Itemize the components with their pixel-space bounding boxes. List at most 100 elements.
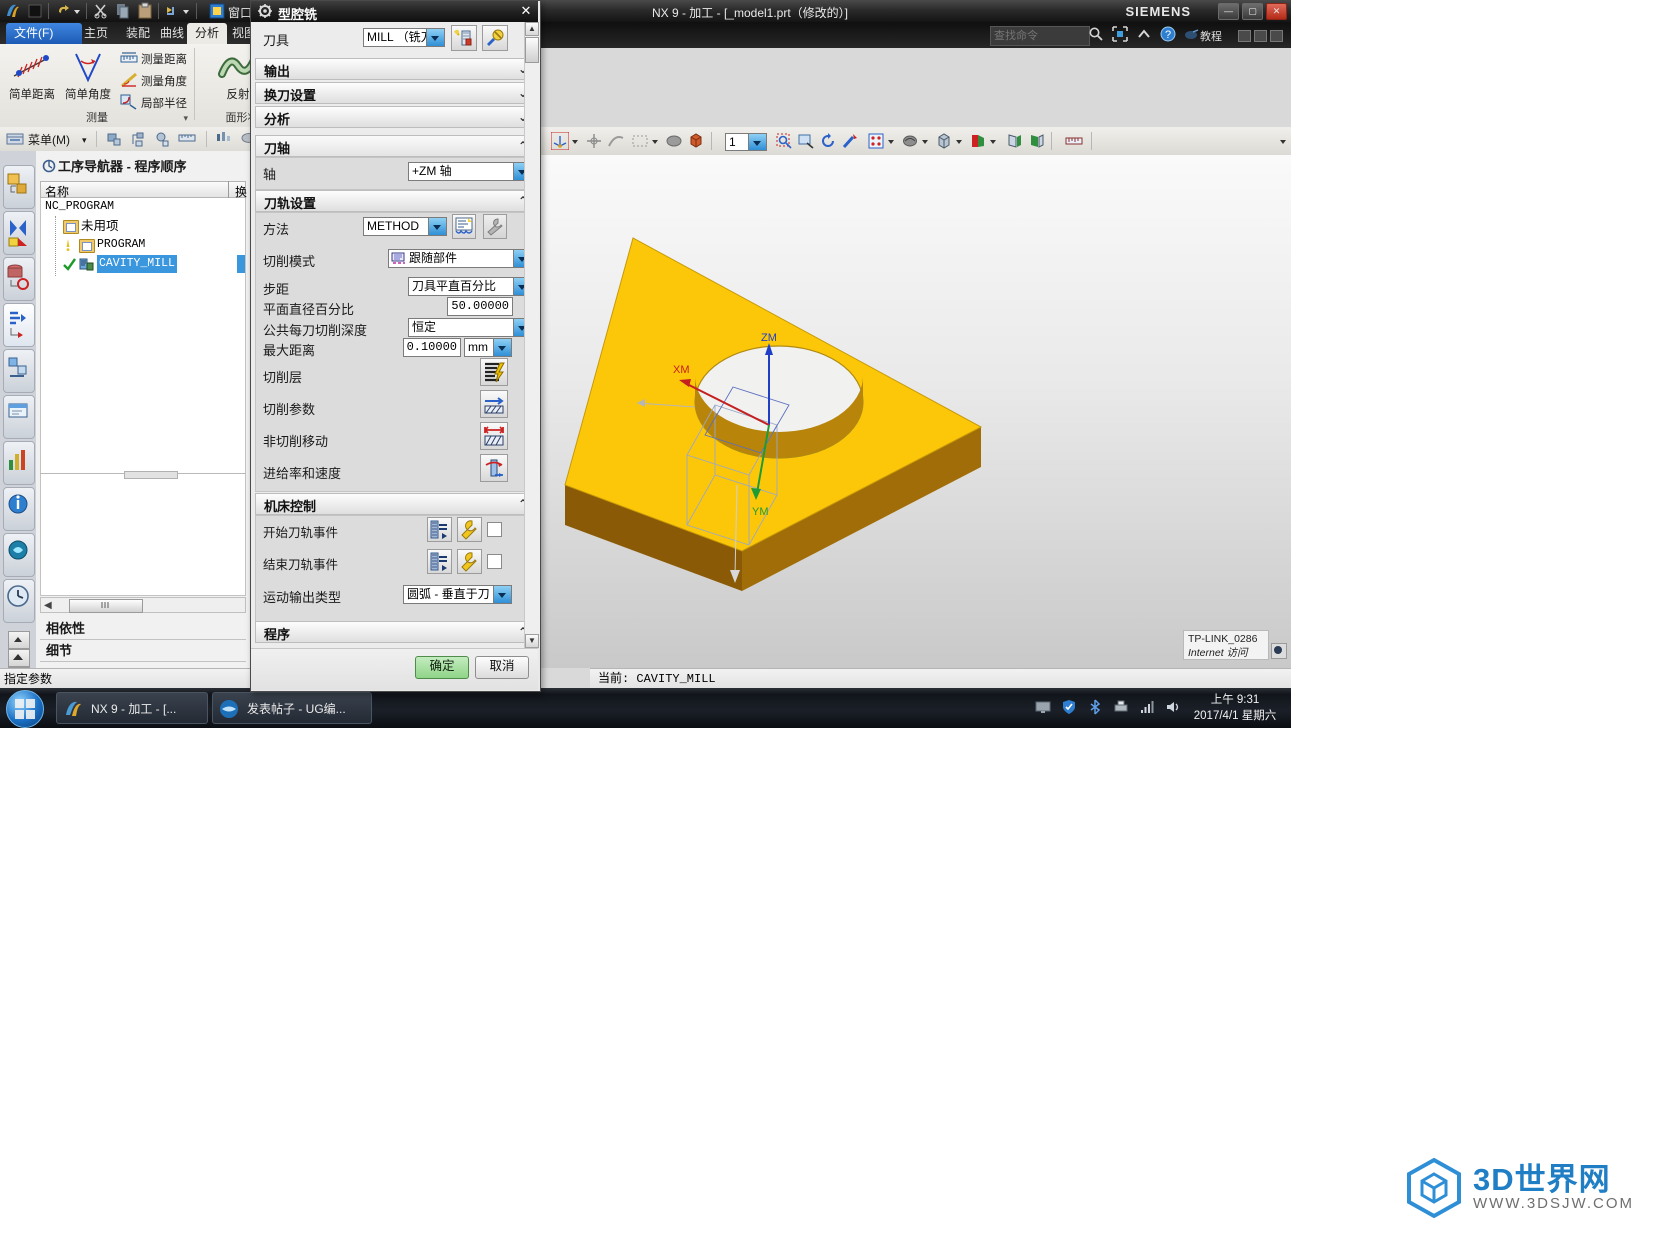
shade-icon[interactable] (901, 132, 919, 150)
rail-history[interactable] (3, 579, 35, 623)
end-path-event-wrench-button[interactable] (457, 549, 482, 574)
help-icon[interactable]: ? (1160, 26, 1176, 42)
viewport-corner-button[interactable] (1271, 643, 1287, 659)
end-path-event-checkbox[interactable] (487, 554, 502, 569)
rail-scroll-top-button[interactable] (8, 631, 30, 649)
section-dropdown-icon[interactable] (989, 132, 997, 150)
method-combo[interactable]: METHOD (363, 217, 447, 236)
paste-icon[interactable] (136, 2, 154, 20)
scroll-left-arrow-icon[interactable]: ◀ (44, 600, 52, 611)
measure-icon[interactable] (1065, 132, 1083, 150)
details-panel-header[interactable]: 细节 (40, 640, 246, 662)
fullscreen-icon[interactable] (1112, 26, 1128, 42)
point-icon[interactable] (585, 132, 603, 150)
scrollbar-thumb[interactable] (69, 599, 143, 613)
minimize-button[interactable]: — (1218, 3, 1239, 20)
rail-histogram[interactable] (3, 441, 35, 485)
solid-view-icon[interactable] (935, 132, 953, 150)
undo-dropdown-icon[interactable] (72, 2, 90, 20)
render-style-icon[interactable] (867, 132, 885, 150)
point-icon[interactable] (154, 131, 172, 148)
bluetooth-icon[interactable] (1087, 699, 1103, 715)
rail-roles[interactable] (3, 487, 35, 531)
tool-combo[interactable]: MILL （铣刀- (363, 28, 445, 47)
taskbar-item-nx[interactable]: NX 9 - 加工 - [... (56, 692, 208, 724)
measure-distance-button[interactable]: 测量距离 (120, 50, 187, 70)
rail-machining-feature-navigator[interactable] (3, 349, 35, 393)
chevron-up-icon[interactable] (1136, 26, 1152, 42)
layer-selector[interactable]: 1 (725, 133, 767, 151)
feature-icon[interactable] (130, 131, 148, 148)
tree-row-cavity-mill[interactable]: CAVITY_MILL (41, 255, 245, 273)
dialog-scroll-down-button[interactable]: ▼ (525, 634, 539, 648)
feeds-speeds-button[interactable] (480, 454, 508, 482)
zoom-fit-icon[interactable] (775, 132, 793, 150)
section-program[interactable]: 程序 ⌃ (255, 621, 535, 643)
max-distance-unit-combo[interactable]: mm (464, 338, 512, 357)
object-icon[interactable] (106, 131, 124, 148)
section-output[interactable]: 输出 ⌄ (255, 58, 535, 80)
select-dropdown-icon[interactable] (651, 132, 659, 150)
section-analysis[interactable]: 分析 ⌄ (255, 106, 535, 128)
cut-mode-combo[interactable]: 跟随部件 (388, 249, 532, 268)
section-tool-change-settings[interactable]: 换刀设置 ⌄ (255, 82, 535, 104)
histogram-icon[interactable] (214, 131, 234, 148)
zoom-window-icon[interactable] (797, 132, 815, 150)
flat-diameter-percent-input[interactable]: 50.00000 (447, 297, 513, 316)
close-button[interactable]: ✕ (1266, 3, 1287, 20)
tree-row-nc-program[interactable]: NC_PROGRAM (41, 198, 245, 216)
rail-web-browser[interactable] (3, 395, 35, 439)
datum-csys-icon[interactable] (550, 131, 570, 151)
taskbar-clock[interactable]: 上午 9:31 2017/4/1 星期六 (1187, 692, 1283, 724)
simple-distance-button[interactable]: 简单距离 (6, 48, 58, 102)
menu-button-label[interactable]: 菜单(M) (28, 131, 70, 148)
dialog-close-icon[interactable]: ✕ (518, 3, 534, 18)
clip-front-icon[interactable] (1005, 132, 1023, 150)
edge-icon[interactable] (607, 132, 625, 150)
axis-combo[interactable]: +ZM 轴 (408, 162, 532, 181)
solid-view-dropdown-icon[interactable] (955, 132, 963, 150)
network-icon[interactable] (1139, 699, 1155, 715)
taskbar-item-browser[interactable]: 发表帖子 - UG编... (212, 692, 372, 724)
cancel-button[interactable]: 取消 (475, 656, 529, 679)
search-input[interactable] (990, 26, 1090, 46)
cut-levels-button[interactable] (480, 358, 508, 386)
tab-analysis[interactable]: 分析 (187, 23, 228, 44)
dependencies-panel-header[interactable]: 相依性 (40, 618, 246, 640)
graphics-viewport[interactable]: ZM XM YM TP-LINK_0286 Internet 访问 (537, 155, 1291, 668)
tab-home[interactable]: 主页 (76, 23, 116, 44)
section-tool-axis[interactable]: 刀轴 ⌃ (255, 135, 535, 157)
new-tool-button[interactable] (451, 25, 477, 51)
rect-select-icon[interactable] (631, 132, 649, 150)
dialog-minimize-button[interactable] (1238, 30, 1251, 42)
save-icon[interactable] (26, 2, 44, 20)
method-edit-button[interactable] (452, 214, 476, 239)
render-dropdown-icon[interactable] (887, 132, 895, 150)
section-path-settings[interactable]: 刀轨设置 ⌃ (255, 190, 535, 212)
dialog-scroll-up-button[interactable]: ▲ (525, 22, 539, 36)
rail-system-materials[interactable] (3, 533, 35, 577)
cut-icon[interactable] (92, 2, 110, 20)
section-machine-control[interactable]: 机床控制 ⌃ (255, 493, 535, 515)
tab-curve[interactable]: 曲线 (152, 23, 192, 44)
search-icon[interactable] (1088, 26, 1104, 42)
printer-icon[interactable] (1113, 699, 1129, 715)
rotate-icon[interactable] (819, 132, 837, 150)
rail-assembly-navigator[interactable] (3, 165, 35, 209)
menu-dropdown-icon[interactable]: ▾ (82, 135, 87, 146)
non-cutting-moves-button[interactable] (480, 422, 508, 450)
edit-tool-button[interactable] (482, 25, 508, 51)
tree-row-program[interactable]: PROGRAM (41, 236, 245, 254)
clip-back-icon[interactable] (1027, 132, 1045, 150)
copy-icon[interactable] (114, 2, 132, 20)
tutorial-label[interactable]: 教程 (1200, 28, 1222, 44)
maximize-button[interactable]: ▢ (1242, 3, 1263, 20)
start-path-event-list-button[interactable] (427, 517, 452, 542)
section-icon[interactable] (969, 132, 987, 150)
simple-angle-button[interactable]: 简单角度 (62, 48, 114, 102)
panel-splitter[interactable] (36, 470, 250, 479)
tree-row-unused-items[interactable]: 未用项 (41, 217, 245, 235)
dialog-restore-button[interactable] (1254, 30, 1267, 42)
measure-group-expander-icon[interactable]: ▾ (183, 113, 188, 124)
undo-icon[interactable] (54, 2, 72, 20)
